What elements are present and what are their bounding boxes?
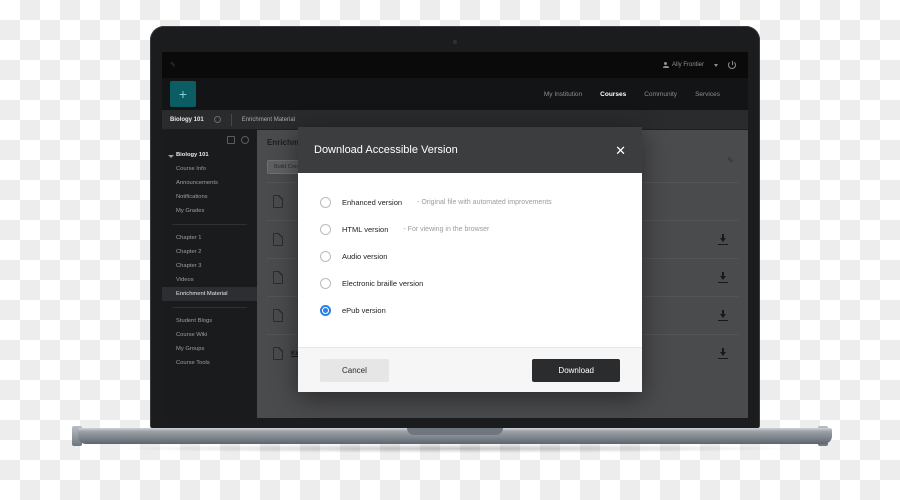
user-menu[interactable]: Ally Frontier	[662, 62, 704, 68]
sidebar-divider-2	[172, 307, 247, 308]
sidebar-item-enrichment-material[interactable]: Enrichment Material	[162, 287, 257, 301]
download-icon[interactable]	[718, 234, 728, 245]
nav-item-my-institution[interactable]: My Institution	[544, 91, 582, 98]
sidebar-item-chapter-1[interactable]: Chapter 1	[162, 231, 257, 245]
radio-button-selected[interactable]	[320, 305, 331, 316]
pencil-icon[interactable]: ✎	[727, 156, 734, 165]
dialog-body: Enhanced version - Original file with au…	[298, 173, 642, 347]
download-icon[interactable]	[718, 272, 728, 283]
radio-option-epub-version[interactable]: ePub version	[320, 297, 620, 324]
document-icon	[273, 195, 283, 208]
radio-button[interactable]	[320, 197, 331, 208]
nav-item-community[interactable]: Community	[644, 91, 677, 98]
application-window: ✎ Ally Frontier + My Institution Courses…	[162, 52, 748, 418]
sidebar-tools	[162, 136, 257, 148]
radio-button[interactable]	[320, 251, 331, 262]
document-icon	[273, 271, 283, 284]
radio-button[interactable]	[320, 278, 331, 289]
sidebar-item-my-grades[interactable]: My Grades	[162, 204, 257, 218]
webcam-icon	[453, 40, 457, 44]
close-icon[interactable]: ✕	[615, 144, 626, 157]
sidebar-item-my-groups[interactable]: My Groups	[162, 342, 257, 356]
download-accessible-version-dialog: Download Accessible Version ✕ Enhanced v…	[298, 127, 642, 392]
sidebar-item-chapter-3[interactable]: Chapter 3	[162, 259, 257, 273]
sidebar-item-videos[interactable]: Videos	[162, 273, 257, 287]
breadcrumb-course[interactable]: Biology 101	[170, 117, 204, 123]
download-button[interactable]: Download	[532, 358, 620, 382]
sidebar-item-announcements[interactable]: Announcements	[162, 176, 257, 190]
main-navigation-bar: + My Institution Courses Community Servi…	[162, 78, 748, 110]
user-name: Ally Frontier	[671, 62, 704, 68]
option-label: Electronic braille version	[342, 279, 424, 288]
sidebar-item-course-tools[interactable]: Course Tools	[162, 356, 257, 370]
option-description: - For viewing in the browser	[403, 226, 490, 233]
nav-item-courses[interactable]: Courses	[600, 91, 626, 98]
radio-button[interactable]	[320, 224, 331, 235]
nav-links: My Institution Courses Community Service…	[544, 91, 748, 98]
laptop-mockup: ✎ Ally Frontier + My Institution Courses…	[0, 0, 900, 500]
brand-logo[interactable]: +	[170, 81, 196, 107]
option-label: Audio version	[342, 252, 388, 261]
laptop-lid: ✎ Ally Frontier + My Institution Courses…	[150, 26, 760, 430]
document-icon	[273, 347, 283, 360]
course-sidebar: Biology 101 Course Info Announcements No…	[162, 130, 257, 418]
sidebar-item-course-info[interactable]: Course Info	[162, 162, 257, 176]
radio-option-audio-version[interactable]: Audio version	[320, 243, 620, 270]
option-label: ePub version	[342, 306, 386, 315]
document-icon	[273, 309, 283, 322]
refresh-icon[interactable]	[241, 136, 249, 144]
option-label: Enhanced version	[342, 198, 403, 207]
breadcrumb-section[interactable]: Enrichment Material	[242, 117, 295, 123]
dialog-footer: Cancel Download	[298, 347, 642, 392]
sidebar-item-notifications[interactable]: Notifications	[162, 190, 257, 204]
sidebar-item-biology-101[interactable]: Biology 101	[162, 148, 257, 162]
download-icon[interactable]	[718, 310, 728, 321]
breadcrumb-divider	[230, 113, 232, 126]
nav-item-services[interactable]: Services	[695, 91, 720, 98]
laptop-screen: ✎ Ally Frontier + My Institution Courses…	[162, 52, 748, 418]
info-circle-icon[interactable]	[213, 116, 221, 123]
sidebar-divider-1	[172, 224, 247, 225]
sidebar-item-course-wiki[interactable]: Course Wiki	[162, 328, 257, 342]
option-label: HTML version	[342, 225, 389, 234]
sidebar-item-chapter-2[interactable]: Chapter 2	[162, 245, 257, 259]
dialog-title: Download Accessible Version	[314, 144, 458, 156]
person-icon	[662, 62, 669, 68]
cancel-button[interactable]: Cancel	[320, 358, 389, 382]
radio-option-html-version[interactable]: HTML version - For viewing in the browse…	[320, 216, 620, 243]
sidebar-item-student-blogs[interactable]: Student Blogs	[162, 314, 257, 328]
laptop-shadow	[120, 444, 790, 453]
app-mark-icon: ✎	[170, 62, 176, 69]
chevron-down-icon[interactable]	[714, 63, 718, 67]
power-icon[interactable]	[728, 61, 736, 69]
option-description: - Original file with automated improveme…	[417, 199, 552, 206]
laptop-base	[78, 428, 832, 444]
radio-option-electronic-braille-version[interactable]: Electronic braille version	[320, 270, 620, 297]
radio-option-enhanced-version[interactable]: Enhanced version - Original file with au…	[320, 189, 620, 216]
dialog-header: Download Accessible Version ✕	[298, 127, 642, 173]
document-icon	[273, 233, 283, 246]
download-icon[interactable]	[718, 348, 728, 359]
panel-icon[interactable]	[227, 136, 235, 144]
top-utility-bar: ✎ Ally Frontier	[162, 52, 748, 78]
